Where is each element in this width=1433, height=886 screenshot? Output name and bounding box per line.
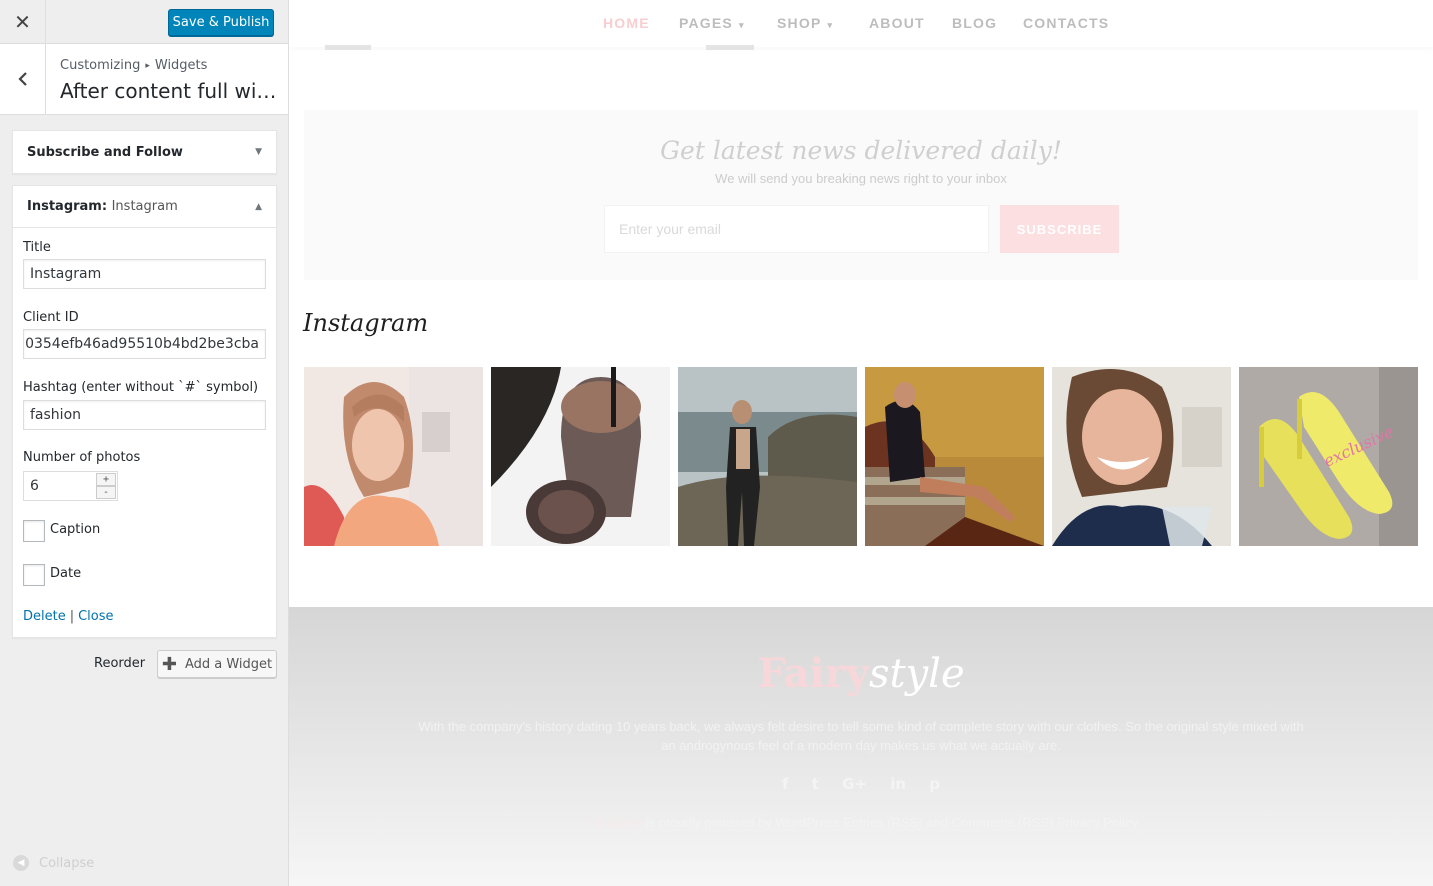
date-checkbox[interactable]: [23, 564, 45, 586]
google-plus-icon[interactable]: G+: [842, 775, 867, 793]
caption-checkbox[interactable]: [23, 520, 45, 542]
save-publish-button[interactable]: Save & Publish: [168, 9, 274, 36]
title-label: Title: [23, 240, 51, 255]
footer-text: With the company's history dating 10 yea…: [418, 719, 1304, 753]
nav-item-contacts[interactable]: CONTACTS: [1023, 15, 1109, 31]
brand-link[interactable]: FairyStyle: [584, 815, 642, 830]
breadcrumb-child: Widgets: [154, 58, 208, 73]
photo-yellow-shoes: exclusive: [1239, 367, 1418, 546]
footer-logo[interactable]: Fairystyle: [289, 650, 1433, 697]
photos-count-input[interactable]: 6 + -: [23, 471, 118, 501]
add-widget-label: Add a Widget: [184, 656, 273, 672]
link-separator: |: [69, 609, 75, 624]
nav-item-home[interactable]: HOME: [603, 15, 650, 31]
email-input[interactable]: Enter your email: [604, 205, 989, 253]
caption-label: Caption: [50, 522, 101, 537]
widget-header[interactable]: Instagram: Instagram ▲: [13, 186, 276, 228]
section-title: After content full width ...: [60, 79, 282, 103]
close-icon[interactable]: ✕: [0, 0, 46, 44]
title-input[interactable]: Instagram: [23, 259, 266, 289]
caret-up-icon[interactable]: ▲: [255, 202, 262, 212]
instagram-photo[interactable]: [1052, 367, 1231, 546]
chevron-down-icon: ▾: [827, 20, 834, 30]
hashtag-label: Hashtag (enter without `#` symbol): [23, 380, 259, 395]
widget-subtitle: Instagram: [111, 199, 178, 214]
quantity-stepper: + -: [96, 473, 116, 499]
customizer-header: ✕ Save & Publish: [0, 0, 288, 44]
logo-part2: style: [868, 651, 965, 697]
increment-button[interactable]: +: [96, 473, 116, 486]
breadcrumb: Customizing ▸ Widgets: [60, 58, 207, 73]
back-button[interactable]: [0, 44, 46, 114]
instagram-photo[interactable]: exclusive: [1239, 367, 1418, 546]
content-remnant: [325, 45, 371, 50]
logo-part1: Fairy: [757, 650, 869, 697]
linkedin-icon[interactable]: in: [890, 775, 906, 793]
nav-label: SHOP: [777, 15, 822, 31]
nav-label: PAGES: [679, 15, 733, 31]
nav-item-shop[interactable]: SHOP ▾: [777, 15, 833, 31]
main-nav: HOME PAGES ▾ SHOP ▾ ABOUT BLOG CONTACTS: [289, 0, 1433, 47]
site-footer: Fairystyle With the company's history da…: [289, 607, 1433, 886]
subscribe-button[interactable]: SUBSCRIBE: [1000, 205, 1119, 253]
date-label: Date: [50, 566, 82, 581]
social-links: f t G+ in p: [289, 775, 1433, 793]
photos-count-label: Number of photos: [23, 450, 141, 465]
content-remnant: [706, 45, 754, 50]
nav-label: BLOG: [952, 15, 998, 31]
close-link[interactable]: Close: [78, 609, 113, 624]
nav-item-about[interactable]: ABOUT: [869, 15, 925, 31]
photo-coffee-drink: [491, 367, 670, 546]
widget-title: Subscribe and Follow: [27, 144, 183, 160]
widget-header[interactable]: Subscribe and Follow ▼: [13, 131, 276, 173]
nav-item-pages[interactable]: PAGES ▾: [679, 15, 745, 31]
instagram-photo[interactable]: [491, 367, 670, 546]
facebook-icon[interactable]: f: [782, 775, 789, 793]
photo-woman-armchair: [865, 367, 1044, 546]
client-id-input[interactable]: 0b70354efb46ad95510b4bd2be3cba: [23, 329, 266, 359]
chevron-down-icon: ▾: [738, 20, 745, 30]
photo-man-coast: [678, 367, 857, 546]
instagram-photo[interactable]: [865, 367, 1044, 546]
nav-label: HOME: [603, 15, 650, 31]
instagram-photo[interactable]: [304, 367, 483, 546]
add-widget-button[interactable]: ✚ Add a Widget: [157, 650, 277, 678]
newsletter-section: Get latest news delivered daily! We will…: [304, 110, 1418, 280]
decrement-button[interactable]: -: [96, 486, 116, 499]
newsletter-subtitle: We will send you breaking news right to …: [715, 171, 1007, 186]
customizer-sidebar: ✕ Save & Publish Customizing ▸ Widgets Aft…: [0, 0, 289, 886]
delete-link[interactable]: Delete: [23, 609, 66, 624]
breadcrumb-arrow-icon: ▸: [145, 61, 150, 71]
nav-item-blog[interactable]: BLOG: [952, 15, 997, 31]
client-id-label: Client ID: [23, 310, 79, 325]
client-id-value: 0b70354efb46ad95510b4bd2be3cba: [23, 336, 259, 352]
copyright: FairyStyle is proudly powered by WordPre…: [289, 815, 1433, 830]
nav-label: CONTACTS: [1023, 15, 1110, 31]
photo-woman-smiling: [1052, 367, 1231, 546]
collapse-label: Collapse: [39, 855, 95, 871]
widget-title: Instagram:: [27, 199, 108, 214]
collapse-arrow-icon: ◀: [13, 855, 29, 871]
hashtag-input[interactable]: fashion: [23, 400, 266, 430]
section-header: Customizing ▸ Widgets After content full w…: [0, 44, 288, 115]
chevron-left-icon: [17, 72, 27, 86]
reorder-button[interactable]: Reorder: [94, 656, 145, 671]
twitter-icon[interactable]: t: [812, 775, 819, 793]
photo-woman-selfie: [304, 367, 483, 546]
widget-actions: Delete | Close: [23, 609, 114, 624]
caret-down-icon[interactable]: ▼: [255, 147, 262, 157]
breadcrumb-root: Customizing: [60, 58, 141, 73]
widget-subscribe-follow[interactable]: Subscribe and Follow ▼: [12, 130, 277, 174]
nav-label: ABOUT: [869, 15, 925, 31]
site-preview: HOME PAGES ▾ SHOP ▾ ABOUT BLOG CONTACTS Ge…: [289, 0, 1433, 886]
photos-count-value: 6: [30, 478, 39, 494]
newsletter-title: Get latest news delivered daily!: [660, 136, 1062, 165]
instagram-title: Instagram: [303, 309, 429, 337]
plus-icon: ✚: [161, 653, 177, 675]
pinterest-icon[interactable]: p: [929, 775, 940, 793]
instagram-photo[interactable]: [678, 367, 857, 546]
powered-text: is proudly powered by WordPress Entries …: [641, 815, 1138, 830]
widget-instagram: Instagram: Instagram ▲ Title Instagram C…: [12, 185, 277, 638]
collapse-button[interactable]: ◀ Collapse: [13, 855, 94, 871]
